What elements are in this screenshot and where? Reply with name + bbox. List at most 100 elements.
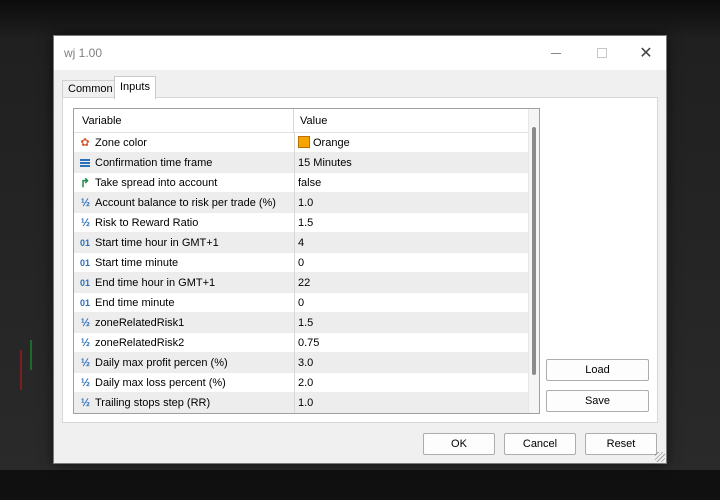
table-row[interactable]: ½ Account balance to risk per trade (%) 1.… (74, 193, 528, 213)
table-row[interactable]: ½ Trailing stops step (RR) 1.0 (74, 393, 528, 413)
variable-value[interactable]: 1.0 (298, 393, 526, 413)
close-icon: ✕ (639, 45, 653, 62)
double-icon: ½ (80, 397, 90, 409)
grid-rows: ✿ Zone color Orange Confirmation time frame… (74, 133, 528, 413)
resize-grip[interactable] (655, 452, 665, 462)
variable-name: Risk to Reward Ratio (95, 217, 199, 229)
tab-inputs[interactable]: Inputs (114, 76, 156, 99)
double-icon: ½ (80, 217, 90, 229)
tab-common[interactable]: Common (62, 80, 119, 98)
column-separator (294, 353, 295, 373)
int-icon: 01 (79, 278, 90, 288)
variable-name: Start time minute (95, 257, 179, 269)
variable-name: End time minute (95, 297, 175, 309)
title-bar: wj 1.00 ✕ (54, 36, 666, 70)
table-row[interactable]: ✿ Zone color Orange (74, 133, 528, 153)
column-separator (294, 133, 295, 153)
value-text: 0.75 (298, 337, 320, 349)
table-row[interactable]: ½ Daily max loss percent (%) 2.0 (74, 373, 528, 393)
table-row[interactable]: 01 End time minute 0 (74, 293, 528, 313)
value-text: 22 (298, 277, 311, 289)
variable-name: Take spread into account (95, 177, 218, 189)
table-row[interactable]: ½ zoneRelatedRisk2 0.75 (74, 333, 528, 353)
double-icon: ½ (80, 317, 90, 329)
column-separator (294, 333, 295, 353)
variable-value[interactable]: 2.0 (298, 373, 526, 393)
color-swatch (298, 136, 310, 148)
column-header-variable[interactable]: Variable (74, 109, 294, 133)
variable-value[interactable]: Orange (298, 133, 526, 153)
int-icon: 01 (79, 298, 90, 308)
value-text: 4 (298, 237, 305, 249)
value-text: 2.0 (298, 377, 314, 389)
table-row[interactable]: ½ zoneRelatedRisk1 1.5 (74, 313, 528, 333)
window-title: wj 1.00 (64, 46, 103, 60)
variable-value[interactable]: false (298, 173, 526, 193)
variable-value[interactable]: 0 (298, 253, 526, 273)
save-button[interactable]: Save (546, 390, 649, 412)
value-text: 1.0 (298, 197, 314, 209)
double-icon: ½ (80, 337, 90, 349)
column-header-value[interactable]: Value (294, 109, 528, 133)
variable-value[interactable]: 4 (298, 233, 526, 253)
value-text: 1.5 (298, 217, 314, 229)
variable-name: Trailing stops step (RR) (95, 397, 211, 409)
double-icon: ½ (80, 377, 90, 389)
vertical-scrollbar[interactable] (528, 109, 539, 413)
inputs-panel: Variable Value ✿ Zone color Orange Confirma… (62, 97, 658, 423)
column-separator (294, 213, 295, 233)
column-separator (294, 233, 295, 253)
variable-name: zoneRelatedRisk2 (95, 337, 185, 349)
variable-name: Account balance to risk per trade (%) (95, 197, 276, 209)
maximize-icon (597, 48, 607, 58)
variable-value[interactable]: 3.0 (298, 353, 526, 373)
column-separator (294, 153, 295, 173)
variable-name: Confirmation time frame (95, 157, 213, 169)
table-row[interactable]: ½ Risk to Reward Ratio 1.5 (74, 213, 528, 233)
table-row[interactable]: Confirmation time frame 15 Minutes (74, 153, 528, 173)
value-text: 0 (298, 297, 305, 309)
minimize-icon (551, 52, 561, 54)
variable-value[interactable]: 1.5 (298, 313, 526, 333)
table-row[interactable]: 01 End time hour in GMT+1 22 (74, 273, 528, 293)
minimize-button[interactable] (539, 40, 573, 66)
cancel-button[interactable]: Cancel (504, 433, 576, 455)
properties-dialog: wj 1.00 ✕ Common Inputs Variable Value ✿… (53, 35, 667, 464)
table-row[interactable]: 01 Start time hour in GMT+1 4 (74, 233, 528, 253)
column-separator (294, 393, 295, 413)
table-row[interactable]: ½ Daily max profit percen (%) 3.0 (74, 353, 528, 373)
background-candle (30, 340, 32, 370)
column-separator (294, 193, 295, 213)
enum-icon (78, 153, 92, 173)
ok-button[interactable]: OK (423, 433, 495, 455)
variable-name: Daily max loss percent (%) (95, 377, 226, 389)
variable-value[interactable]: 0.75 (298, 333, 526, 353)
column-separator (294, 293, 295, 313)
variable-name: Daily max profit percen (%) (95, 357, 228, 369)
double-icon: ½ (80, 357, 90, 369)
table-row[interactable]: 01 Start time minute 0 (74, 253, 528, 273)
close-button[interactable]: ✕ (629, 40, 663, 66)
table-row[interactable]: ↱ Take spread into account false (74, 173, 528, 193)
reset-button[interactable]: Reset (585, 433, 657, 455)
load-button[interactable]: Load (546, 359, 649, 381)
variable-value[interactable]: 1.5 (298, 213, 526, 233)
scrollbar-thumb[interactable] (532, 127, 536, 375)
int-icon: 01 (79, 258, 90, 268)
variable-value[interactable]: 22 (298, 273, 526, 293)
grid-header: Variable Value (74, 109, 528, 133)
background-candle (20, 350, 22, 390)
column-separator (294, 253, 295, 273)
variable-value[interactable]: 1.0 (298, 193, 526, 213)
variable-value[interactable]: 15 Minutes (298, 153, 526, 173)
column-separator (294, 273, 295, 293)
inputs-grid: Variable Value ✿ Zone color Orange Confirma… (73, 108, 540, 414)
value-text: Orange (313, 137, 350, 149)
variable-value[interactable]: 0 (298, 293, 526, 313)
double-icon: ½ (80, 197, 90, 209)
int-icon: 01 (79, 238, 90, 248)
value-text: 3.0 (298, 357, 314, 369)
value-text: 1.0 (298, 397, 314, 409)
maximize-button[interactable] (585, 40, 619, 66)
variable-name: Zone color (95, 137, 147, 149)
